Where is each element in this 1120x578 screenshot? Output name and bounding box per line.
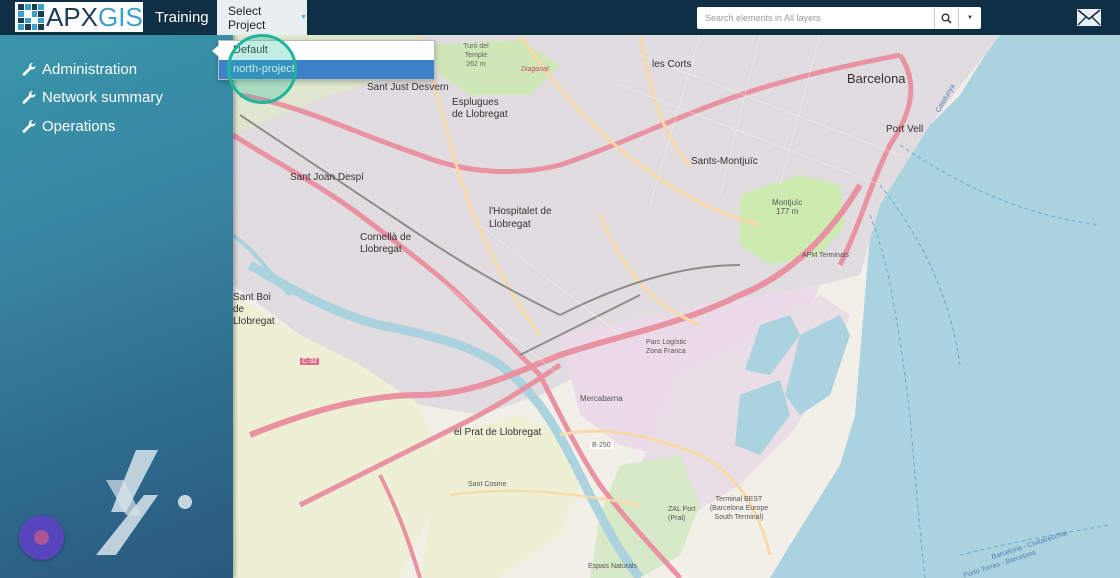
sidebar-item-administration[interactable]: Administration (22, 55, 163, 84)
map-label-zal: ZAL Port (Prat) (668, 506, 696, 522)
map-label-prat: el Prat de Llobregat (454, 427, 542, 438)
map-label-montjuic: Montjuïc 177 m (772, 198, 803, 216)
caret-down-icon: ▼ (967, 15, 973, 21)
map-label-esplugues: Esplugues de Llobregat (452, 97, 508, 120)
map-label-sant-boi: Sant Boi de Llobregat (233, 292, 275, 327)
map-label-parc-logistic: Parc Logístic Zona Franca (646, 339, 687, 355)
wrench-icon (22, 119, 36, 133)
search-layer-dropdown-button[interactable]: ▼ (959, 7, 981, 29)
top-navbar: APXGIS Training Select Project ▼ ▼ (0, 0, 1120, 35)
map-label-hospitalet: l'Hospitalet de Llobregat (489, 206, 552, 230)
map-label-les-corts: les Corts (652, 59, 692, 70)
mail-icon[interactable] (1077, 9, 1101, 26)
sidebar-item-network-summary[interactable]: Network summary (22, 84, 163, 113)
map-label-barcelona: Barcelona (847, 71, 906, 86)
wrench-icon (22, 91, 36, 105)
search-icon (941, 13, 952, 24)
x-brand-logo (96, 450, 192, 555)
sidebar-item-label: Network summary (42, 89, 163, 107)
map-label-espais: Espais Naturals (588, 563, 638, 570)
click-highlight-indicator (227, 34, 297, 104)
search-input[interactable] (697, 7, 935, 29)
map-label-apm: APM Terminals (802, 252, 849, 259)
map-label-diagonal: Diagonal (521, 66, 549, 73)
logo-mark-icon (18, 4, 44, 30)
select-project-label: Select Project (228, 3, 266, 32)
map-label-mercabarna: Mercabarna (580, 394, 623, 403)
wrench-icon (22, 62, 36, 76)
map-label-cornella: Cornellà de Llobregat (360, 232, 412, 255)
map-label-sant-just: Sant Just Desvern (367, 82, 449, 93)
map-label-b250: B-250 (590, 442, 613, 449)
select-project-dropdown[interactable]: Select Project ▼ (217, 0, 307, 35)
sidebar-item-operations[interactable]: Operations (22, 112, 163, 141)
sidebar-item-label: Administration (42, 60, 138, 78)
dot-icon (34, 530, 49, 545)
map-label-sant-cosme: Sant Cosme (468, 481, 507, 488)
sidebar-item-label: Operations (42, 117, 116, 135)
map-label-sants-montjuic: Sants-Montjuïc (691, 156, 758, 167)
assistant-button[interactable] (19, 515, 64, 560)
dropdown-pointer (212, 45, 219, 57)
map-label-terminal-best: Terminal BEST (Barcelona Europe South Te… (709, 496, 769, 521)
apxgis-logo[interactable]: APXGIS (15, 2, 143, 32)
map-label-c32: C-32 (300, 358, 320, 365)
map-label-turo: Turó del Temple 262 m (463, 43, 489, 68)
search-group: ▼ (697, 7, 981, 29)
map-label-port-vell: Port Vell (886, 124, 924, 135)
map-label-sant-joan: Sant Joan Despí (290, 172, 364, 183)
logo-text: APXGIS (46, 2, 143, 32)
search-button[interactable] (935, 7, 959, 29)
app-brand-title[interactable]: Training (155, 9, 209, 26)
sidebar: Administration Network summary Operation… (0, 35, 233, 578)
sidebar-nav: Administration Network summary Operation… (22, 55, 163, 141)
caret-down-icon: ▼ (300, 14, 307, 21)
